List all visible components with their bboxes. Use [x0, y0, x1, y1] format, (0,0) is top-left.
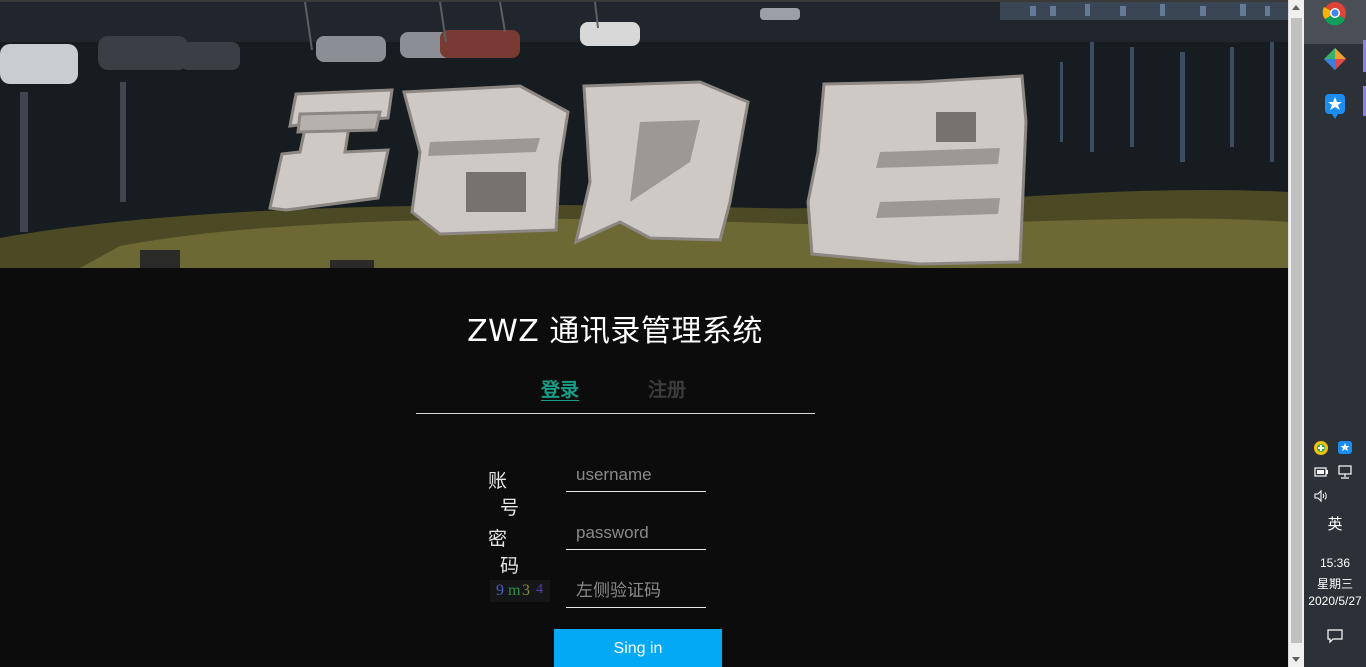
- windows-taskbar: 英 15:36 星期三 2020/5/27: [1304, 0, 1366, 667]
- app-diamond-icon: [1324, 48, 1346, 70]
- account-label-char-1: 账: [488, 470, 508, 492]
- security-icon[interactable]: [1313, 440, 1329, 456]
- password-label-char-2: 码: [500, 555, 520, 577]
- captcha-input[interactable]: [566, 574, 706, 608]
- clock-time[interactable]: 15:36: [1304, 556, 1366, 570]
- tab-register[interactable]: 注册: [648, 375, 686, 402]
- notification-center-icon[interactable]: [1326, 628, 1344, 644]
- scroll-up-arrow-icon[interactable]: [1292, 5, 1300, 10]
- network-icon[interactable]: [1337, 464, 1353, 480]
- password-label: 密码: [488, 524, 554, 578]
- battery-icon[interactable]: [1313, 464, 1329, 480]
- captcha-image[interactable]: 9 m 3 4: [490, 580, 550, 602]
- taskbar-app-button[interactable]: [1304, 38, 1366, 82]
- account-label: 账号: [488, 466, 554, 520]
- tab-login[interactable]: 登录: [541, 375, 579, 402]
- app-star-icon: [1325, 94, 1345, 119]
- captcha-char-2: m: [508, 582, 521, 599]
- page-title: ZWZ 通讯录管理系统: [467, 314, 763, 349]
- password-input[interactable]: [566, 516, 706, 550]
- captcha-char-3: 3: [522, 582, 530, 599]
- sign-in-button[interactable]: Sing in: [554, 629, 722, 667]
- hero-photo: [0, 2, 1288, 268]
- scroll-down-arrow-icon[interactable]: [1292, 657, 1300, 662]
- auth-tabs: 登录 注册: [416, 370, 815, 414]
- chrome-icon: [1322, 2, 1346, 26]
- browser-page: ZWZ 通讯录管理系统 登录 注册 账号 密码 9 m 3 4 Sing in: [0, 0, 1288, 667]
- hero-banner-image: [0, 2, 1288, 268]
- taskbar-app-button[interactable]: [1304, 84, 1366, 128]
- app-star-tray-icon[interactable]: [1337, 440, 1353, 456]
- captcha-char-1: 9: [496, 582, 504, 599]
- captcha-char-4: 4: [536, 582, 543, 597]
- volume-icon[interactable]: [1313, 488, 1329, 504]
- ime-indicator[interactable]: 英: [1304, 513, 1366, 534]
- account-label-char-2: 号: [500, 497, 520, 519]
- vertical-scrollbar[interactable]: [1288, 0, 1304, 667]
- username-input[interactable]: [566, 458, 706, 492]
- password-label-char-1: 密: [488, 528, 508, 550]
- clock-weekday[interactable]: 星期三: [1304, 575, 1366, 592]
- clock-date[interactable]: 2020/5/27: [1304, 594, 1366, 608]
- scrollbar-thumb[interactable]: [1291, 18, 1302, 643]
